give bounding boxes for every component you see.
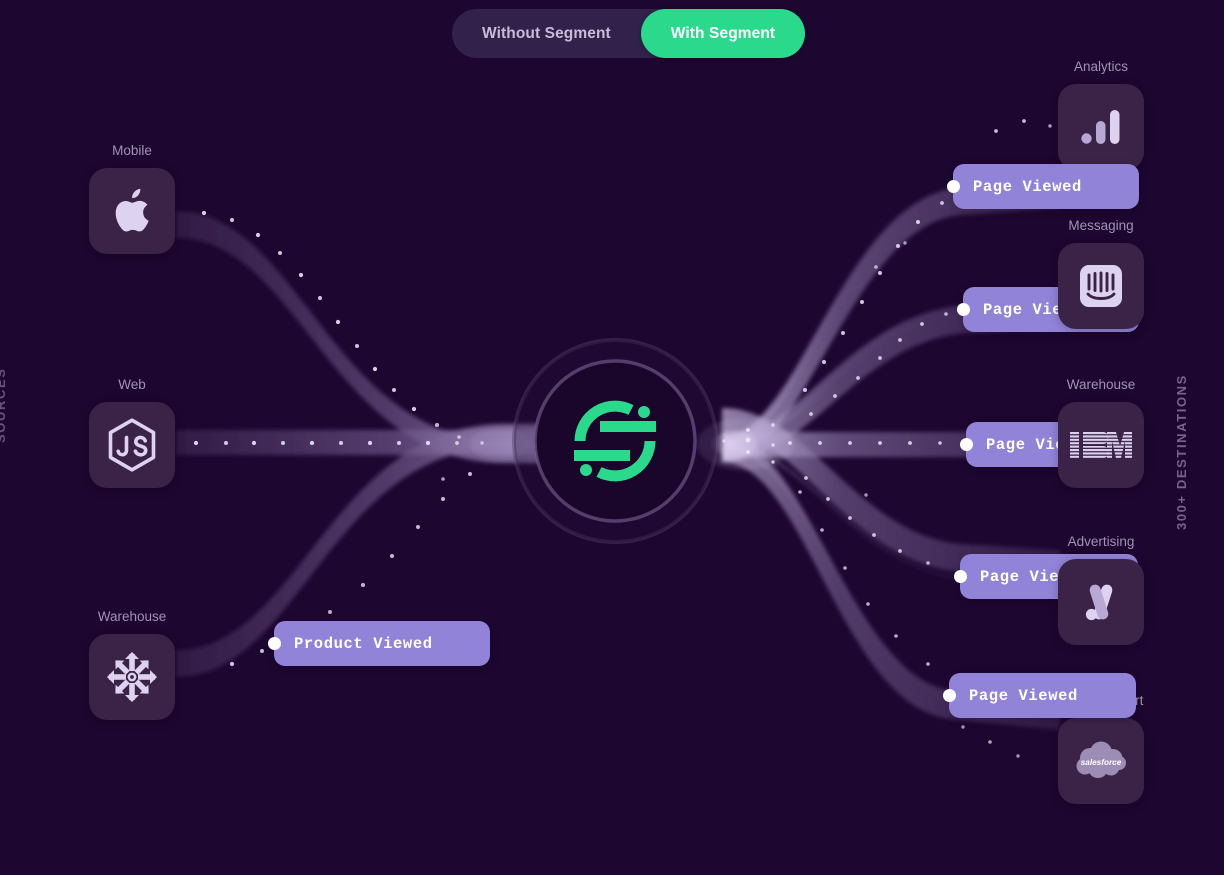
source-event-pill-product-viewed[interactable]: Product Viewed <box>268 621 490 666</box>
source-tile-warehouse[interactable] <box>89 634 175 720</box>
google-ads-icon <box>1085 584 1113 621</box>
source-tile-mobile[interactable] <box>89 168 175 254</box>
svg-text:salesforce: salesforce <box>1081 758 1122 767</box>
event-label: Page Viewed <box>969 686 1078 705</box>
destination-event-pill-sales-support[interactable]: Page Viewed <box>943 673 1136 718</box>
source-label-web: Web <box>118 377 146 392</box>
destination-node-warehouse[interactable]: Warehouse <box>1058 377 1144 488</box>
toggle-option-without-segment[interactable]: Without Segment <box>452 9 641 58</box>
destination-label-analytics: Analytics <box>1073 59 1129 74</box>
event-dot <box>947 180 960 193</box>
javascript-icon <box>108 418 156 472</box>
destination-label-messaging: Messaging <box>1068 218 1134 233</box>
event-dot <box>943 689 956 702</box>
destination-event-pill-analytics[interactable]: Page Viewed <box>947 164 1139 209</box>
destination-label-warehouse: Warehouse <box>1066 377 1136 392</box>
destination-node-sales-support[interactable]: Sales/Support salesforce <box>1058 693 1144 804</box>
destination-node-advertising[interactable]: Advertising <box>1058 534 1144 645</box>
destination-tile-warehouse[interactable] <box>1058 402 1144 488</box>
source-label-warehouse: Warehouse <box>97 609 167 624</box>
toggle-option-with-segment[interactable]: With Segment <box>640 9 806 58</box>
destination-tile-analytics[interactable] <box>1058 84 1144 170</box>
snowflake-icon <box>107 652 157 702</box>
diagram-canvas: Without Segment With Segment SOURCES 300… <box>0 0 1224 875</box>
source-tile-web[interactable] <box>89 402 175 488</box>
segment-toggle[interactable]: Without Segment With Segment <box>452 9 806 58</box>
apple-icon <box>115 188 149 232</box>
destination-tile-advertising[interactable] <box>1058 559 1144 645</box>
destination-tile-sales-support[interactable]: salesforce <box>1058 718 1144 804</box>
event-dot <box>960 438 973 451</box>
destination-label-advertising: Advertising <box>1067 534 1135 549</box>
sources-axis-label: SOURCES <box>0 367 8 444</box>
google-analytics-icon <box>1081 110 1120 144</box>
source-label-mobile: Mobile <box>112 143 152 158</box>
event-dot <box>957 303 970 316</box>
event-label: Page Viewed <box>973 177 1082 196</box>
destination-node-analytics[interactable]: Analytics <box>1058 59 1144 170</box>
destination-tile-messaging[interactable] <box>1058 243 1144 329</box>
segment-logo-icon <box>512 338 718 544</box>
source-node-web[interactable]: Web <box>89 377 175 488</box>
salesforce-icon: salesforce <box>1076 741 1126 778</box>
event-dot <box>268 637 281 650</box>
source-node-warehouse[interactable]: Warehouse <box>89 609 175 720</box>
intercom-icon <box>1080 265 1122 307</box>
ibm-icon <box>1070 432 1132 458</box>
event-label: Product Viewed <box>294 634 433 653</box>
source-node-mobile[interactable]: Mobile <box>89 143 175 254</box>
event-dot <box>954 570 967 583</box>
destinations-axis-label: 300+ DESTINATIONS <box>1174 374 1189 530</box>
segment-hub <box>512 338 718 544</box>
destination-node-messaging[interactable]: Messaging <box>1058 218 1144 329</box>
